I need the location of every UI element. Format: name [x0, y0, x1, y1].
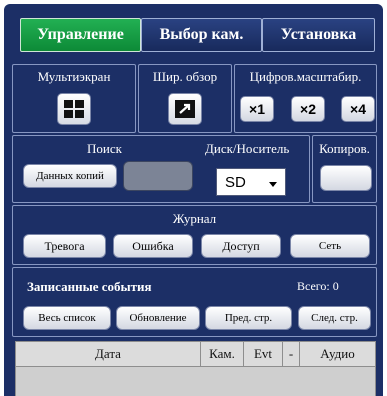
- zoom-x4-button[interactable]: ×4: [341, 96, 375, 122]
- log-network-button[interactable]: Сеть: [290, 234, 370, 258]
- events-table-header: Дата Кам. Evt - Аудио: [15, 341, 376, 367]
- recorded-events-title: Записанные события: [27, 279, 152, 294]
- digital-zoom-label: Цифров.масштабир.: [249, 69, 362, 84]
- control-panel: Управление Выбор кам. Установка Мультиэк…: [4, 4, 383, 396]
- column-event[interactable]: Evt: [244, 342, 283, 366]
- prev-page-button[interactable]: Пред. стр.: [205, 306, 292, 330]
- disk-media-label: Диск/Носитель: [205, 141, 290, 156]
- multiscreen-button[interactable]: [57, 93, 91, 125]
- full-list-button[interactable]: Весь список: [23, 306, 111, 330]
- tab-camera-select[interactable]: Выбор кам.: [141, 18, 262, 52]
- grid-icon: [64, 100, 84, 118]
- wide-view-button[interactable]: [168, 93, 202, 125]
- search-group: Поиск Данных копий Диск/Носитель SD: [12, 135, 310, 203]
- copy-group: Копиров.: [312, 135, 377, 203]
- column-audio[interactable]: Аудио: [300, 342, 375, 366]
- recorded-events-group: Записанные события Всего: 0 Весь список …: [12, 267, 377, 337]
- column-camera[interactable]: Кам.: [201, 342, 244, 366]
- next-page-button[interactable]: След. стр.: [298, 306, 371, 330]
- tab-control[interactable]: Управление: [20, 18, 141, 52]
- column-dash[interactable]: -: [283, 342, 300, 366]
- tab-setup[interactable]: Установка: [262, 18, 375, 52]
- copy-label: Копиров.: [319, 141, 370, 156]
- copy-button[interactable]: [320, 165, 372, 191]
- log-access-button[interactable]: Доступ: [201, 234, 281, 258]
- zoom-x2-button[interactable]: ×2: [291, 96, 325, 122]
- log-label: Журнал: [172, 211, 217, 226]
- expand-arrow-icon: [175, 100, 195, 118]
- events-total: Всего: 0: [297, 279, 339, 293]
- refresh-button[interactable]: Обновление: [116, 306, 200, 330]
- data-copy-button[interactable]: Данных копий: [23, 164, 117, 188]
- multiscreen-group: Мультиэкран: [12, 64, 136, 133]
- column-date[interactable]: Дата: [16, 342, 201, 366]
- wide-view-group: Шир. обзор: [138, 64, 232, 133]
- multiscreen-label: Мультиэкран: [37, 69, 111, 84]
- log-error-button[interactable]: Ошибка: [113, 234, 193, 258]
- events-table-body: [15, 367, 376, 396]
- zoom-x1-button[interactable]: ×1: [240, 96, 274, 122]
- log-group: Журнал Тревога Ошибка Доступ Сеть: [12, 205, 377, 265]
- wide-view-label: Шир. обзор: [152, 69, 218, 84]
- disabled-button: [123, 161, 193, 191]
- disk-media-value: SD: [225, 173, 246, 191]
- disk-media-select[interactable]: SD: [216, 168, 286, 196]
- digital-zoom-group: Цифров.масштабир. ×1 ×2 ×4: [234, 64, 377, 133]
- log-alarm-button[interactable]: Тревога: [23, 234, 106, 258]
- chevron-down-icon: [269, 182, 277, 187]
- search-label: Поиск: [87, 141, 122, 156]
